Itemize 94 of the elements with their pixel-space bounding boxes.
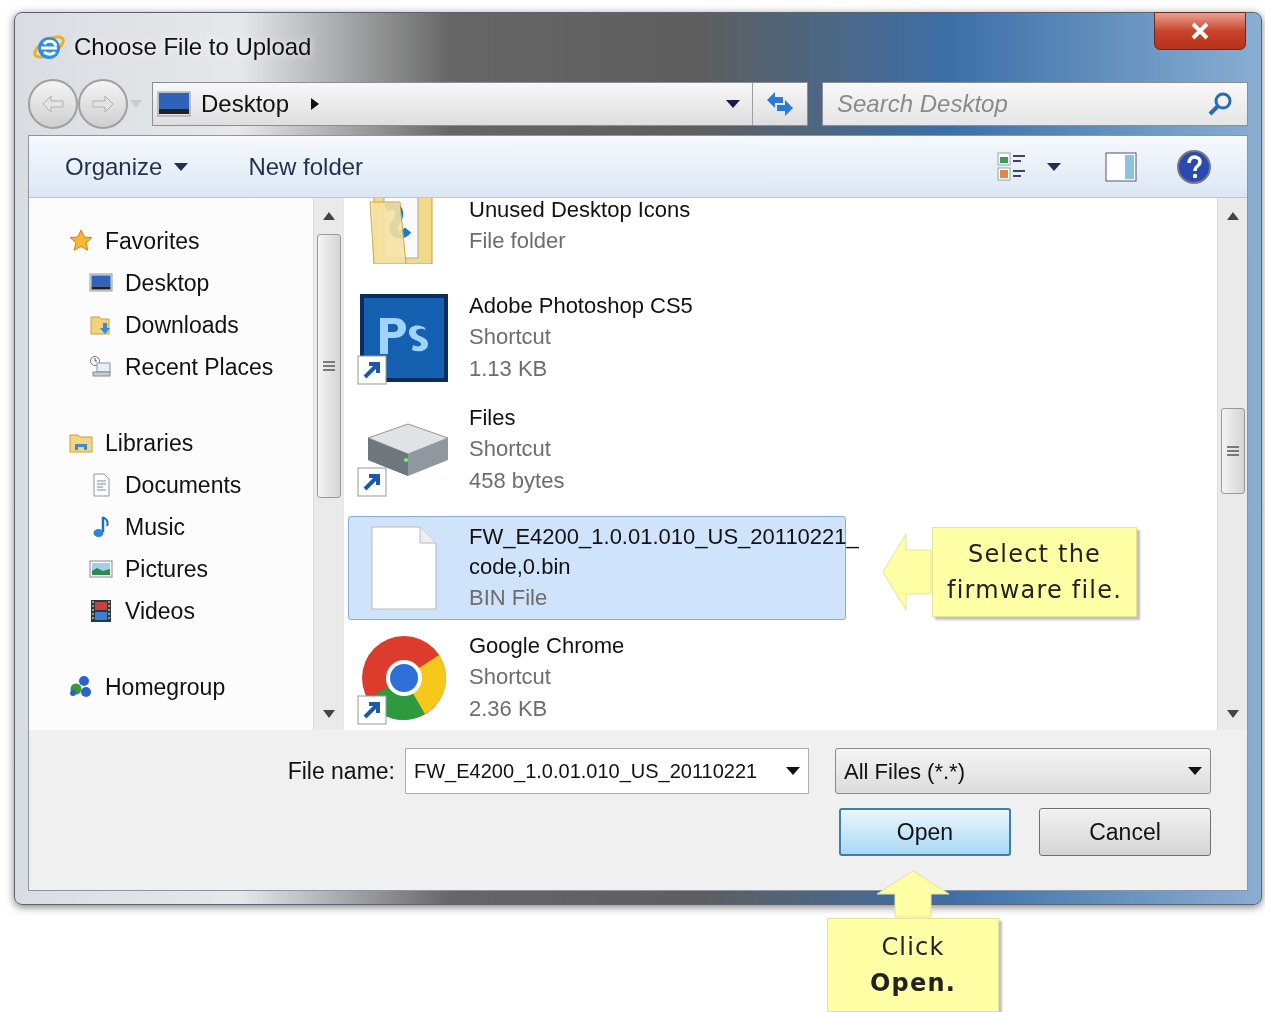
- nav-item[interactable]: Desktop: [69, 262, 313, 304]
- address-bar[interactable]: Desktop: [152, 82, 808, 126]
- library-folder-icon: [69, 431, 93, 455]
- file-name: FW_E4200_1.0.01.010_US_20110221_: [469, 523, 859, 551]
- preview-pane-icon: [1105, 151, 1137, 182]
- callout-text: Click: [880, 932, 946, 963]
- file-detail: BIN File: [469, 584, 549, 612]
- nav-item-label[interactable]: Documents: [125, 467, 242, 503]
- file-name-value: FW_E4200_1.0.01.010_US_20110221: [414, 759, 758, 785]
- scrollbar-thumb[interactable]: [317, 234, 341, 498]
- dialog-button[interactable]: Cancel: [1039, 808, 1211, 856]
- file-item[interactable]: Adobe Photoshop CS5 Shortcut 1.13 KB: [348, 286, 846, 390]
- nav-group-label[interactable]: Libraries: [105, 425, 194, 461]
- window-title: Choose File to Upload: [74, 32, 312, 62]
- star-icon: [69, 229, 93, 253]
- scroll-up-icon[interactable]: [322, 212, 335, 220]
- nav-item[interactable]: Videos: [69, 590, 313, 632]
- desktop-icon: [89, 271, 113, 295]
- view-options-button[interactable]: [997, 151, 1061, 182]
- search-placeholder: Search Desktop: [837, 89, 1008, 119]
- back-arrow-icon: [41, 95, 65, 113]
- file-name: code,0.bin: [469, 553, 572, 581]
- nav-item-label[interactable]: Desktop: [125, 265, 210, 301]
- nav-item[interactable]: Downloads: [69, 304, 313, 346]
- file-detail: 2.36 KB: [469, 695, 549, 723]
- nav-group-label[interactable]: Favorites: [105, 223, 200, 259]
- dropdown-caret-icon[interactable]: [786, 767, 800, 775]
- close-button[interactable]: [1154, 12, 1246, 50]
- file-type-value: All Files (*.*): [844, 757, 965, 786]
- nav-item[interactable]: Documents: [69, 464, 313, 506]
- file-item[interactable]: Unused Desktop Icons File folder: [348, 198, 846, 278]
- nav-item-label[interactable]: Music: [125, 509, 186, 545]
- nav-group-item[interactable]: Libraries: [69, 422, 313, 464]
- file-name-label: File name:: [287, 756, 395, 786]
- scrollbar-thumb[interactable]: [1221, 408, 1245, 494]
- nav-item[interactable]: Pictures: [69, 548, 313, 590]
- nav-item-label[interactable]: Pictures: [125, 551, 209, 587]
- nav-item[interactable]: Recent Places: [69, 346, 313, 388]
- file-item[interactable]: Google Chrome Shortcut 2.36 KB: [348, 626, 846, 730]
- file-name: Google Chrome: [469, 632, 625, 660]
- address-location[interactable]: Desktop: [201, 86, 290, 122]
- nav-item-label[interactable]: Videos: [125, 593, 195, 629]
- nav-item-label[interactable]: Downloads: [125, 307, 239, 343]
- dropdown-caret-icon[interactable]: [726, 100, 740, 108]
- desktop-icon: [157, 91, 191, 117]
- callout-text: firmware file.: [946, 575, 1123, 606]
- scroll-down-icon[interactable]: [1226, 710, 1239, 718]
- scrollbar[interactable]: [313, 198, 343, 730]
- file-item[interactable]: Files Shortcut 458 bytes: [348, 398, 846, 502]
- nav-group-item[interactable]: Favorites: [69, 220, 313, 262]
- film-strip-icon: [89, 599, 113, 623]
- nav-group-label[interactable]: Homegroup: [105, 669, 226, 705]
- dialog-button[interactable]: Open: [839, 808, 1011, 856]
- refresh-icon[interactable]: [765, 90, 795, 118]
- homegroup-icon: [69, 675, 93, 699]
- file-name: Adobe Photoshop CS5: [469, 292, 693, 320]
- nav-item-label[interactable]: Recent Places: [125, 349, 274, 385]
- close-icon: [1190, 22, 1210, 40]
- organize-button[interactable]: Organize: [65, 148, 189, 185]
- breadcrumb-arrow-icon[interactable]: [311, 98, 320, 110]
- file-detail: 1.13 KB: [469, 355, 549, 383]
- scrollbar[interactable]: [1217, 198, 1247, 730]
- scroll-down-icon[interactable]: [322, 710, 335, 718]
- file-detail: 458 bytes: [469, 467, 565, 495]
- file-detail: Shortcut: [469, 323, 552, 351]
- dropdown-caret-icon: [1188, 767, 1202, 775]
- file-detail: File folder: [469, 227, 567, 255]
- callout-text: Open.: [868, 968, 958, 999]
- file-name: Files: [469, 404, 517, 432]
- recent-places-icon: [89, 355, 113, 379]
- file-detail: Shortcut: [469, 663, 552, 691]
- nav-group-item[interactable]: Homegroup: [69, 666, 313, 708]
- chrome-logo-icon: [361, 635, 447, 721]
- help-icon: [1177, 149, 1211, 184]
- help-button[interactable]: [1177, 149, 1211, 184]
- blank-file-icon: [371, 526, 437, 610]
- photoshop-app-icon: [358, 292, 450, 384]
- grip-icon: [323, 361, 335, 371]
- caret-icon: [174, 162, 189, 171]
- new-folder-button[interactable]: New folder: [248, 148, 364, 185]
- callout-text: Select the: [966, 539, 1103, 570]
- forward-arrow-icon: [91, 95, 115, 113]
- scroll-up-icon[interactable]: [1226, 212, 1239, 220]
- file-name-field[interactable]: FW_E4200_1.0.01.010_US_20110221: [405, 748, 809, 794]
- search-icon: [1207, 91, 1233, 117]
- caret-icon: [1047, 162, 1061, 171]
- picture-icon: [89, 557, 113, 581]
- file-type-dropdown[interactable]: All Files (*.*): [835, 748, 1211, 794]
- file-name: Unused Desktop Icons: [469, 198, 691, 224]
- nav-item[interactable]: Music: [69, 506, 313, 548]
- file-detail: Shortcut: [469, 435, 552, 463]
- preview-pane-button[interactable]: [1105, 151, 1137, 182]
- grip-icon: [1227, 446, 1239, 456]
- folder-download-icon: [89, 313, 113, 337]
